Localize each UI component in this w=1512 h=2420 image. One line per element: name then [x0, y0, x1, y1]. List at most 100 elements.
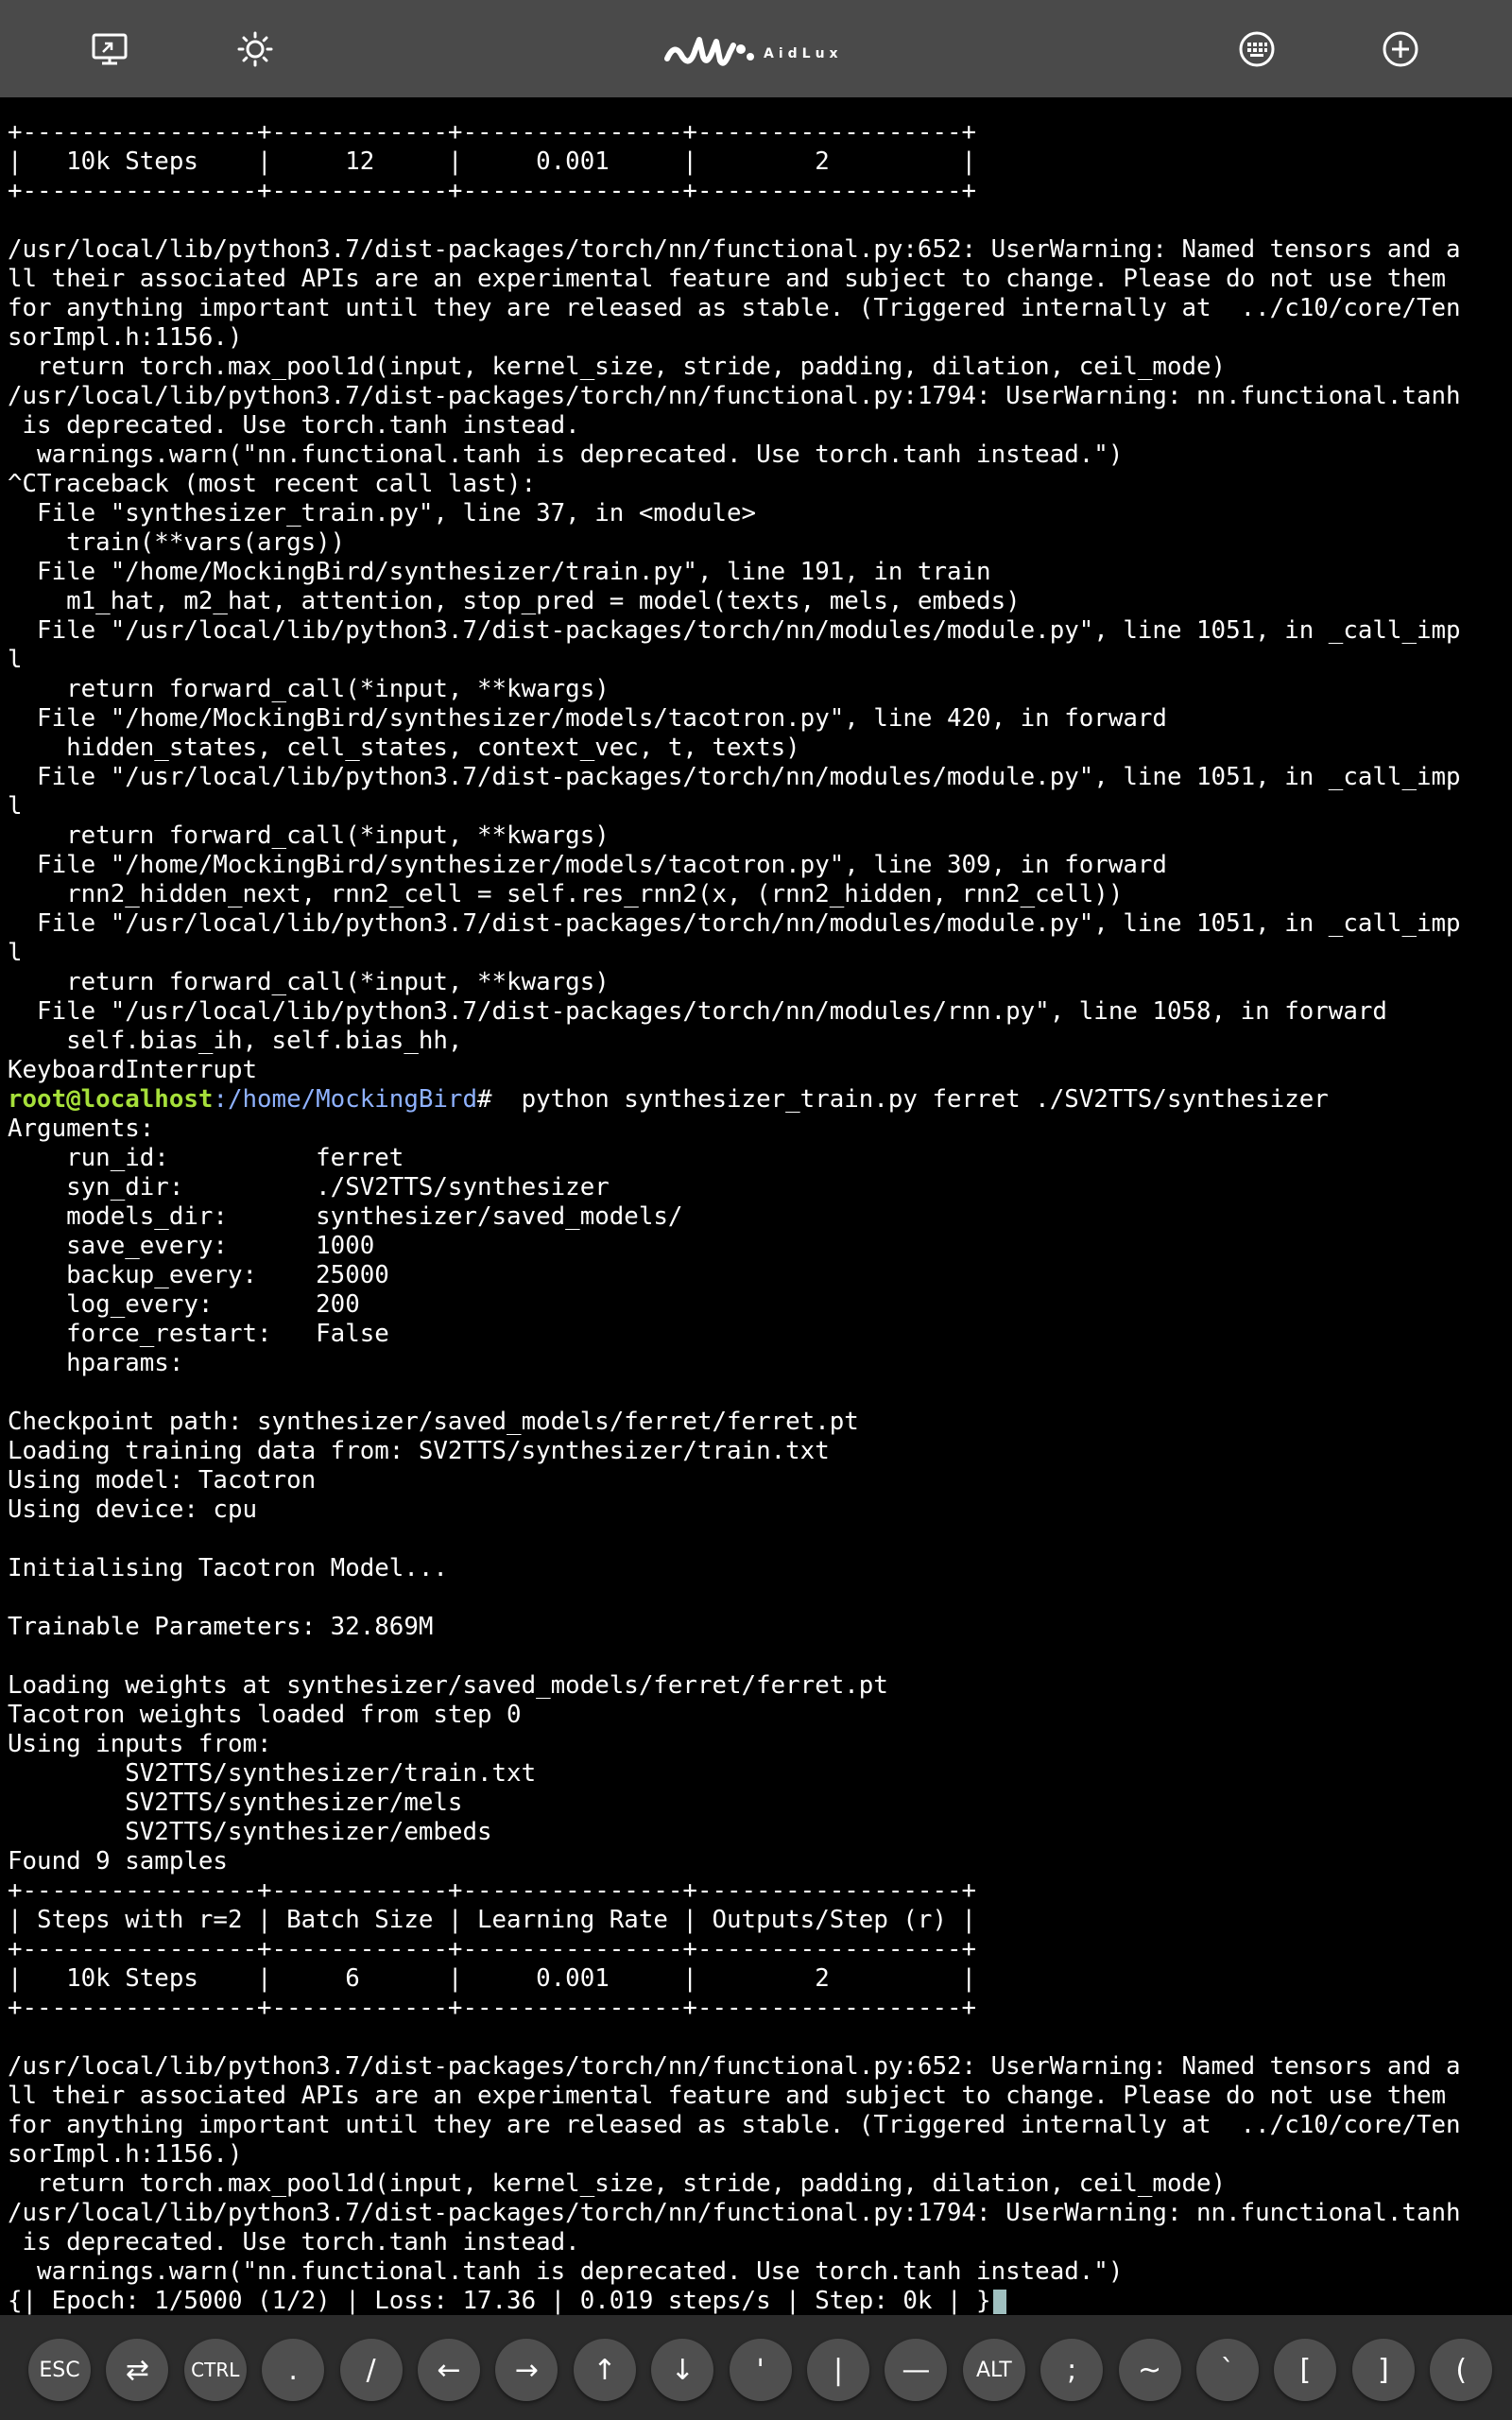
key-paren-left[interactable]: (	[1430, 2339, 1493, 2401]
key-up[interactable]: ↑	[573, 2339, 636, 2401]
key-tab[interactable]: ⇄	[106, 2339, 169, 2401]
terminal-line: return forward_call(*input, **kwargs)	[8, 968, 610, 996]
add-circle-icon[interactable]	[1372, 21, 1429, 78]
desktop-icon[interactable]	[81, 21, 138, 78]
prompt-path: :/home/MockingBird	[213, 1085, 477, 1114]
terminal-line: Using model: Tacotron	[8, 1466, 317, 1495]
terminal-line: return torch.max_pool1d(input, kernel_si…	[8, 353, 1227, 381]
terminal-line: rnn2_hidden_next, rnn2_cell = self.res_r…	[8, 880, 1124, 908]
terminal-line: sorImpl.h:1156.)	[8, 323, 243, 352]
terminal-line: Using inputs from:	[8, 1730, 272, 1758]
terminal-line: ll their associated APIs are an experime…	[8, 265, 1447, 293]
terminal-line: +----------------+------------+---------…	[8, 1935, 977, 1963]
terminal-line: /usr/local/lib/python3.7/dist-packages/t…	[8, 235, 1461, 264]
terminal-line: | 10k Steps | 12 | 0.001 | 2 |	[8, 147, 977, 176]
prompt-symbol: #	[477, 1085, 507, 1114]
terminal-line: l	[8, 792, 23, 821]
terminal-line: self.bias_ih, self.bias_hh,	[8, 1027, 463, 1055]
extra-keys-bar: ESC ⇄ CTRL. / ← → ↑ ↓ ' | — ALT; ~ `[](	[0, 2315, 1512, 2420]
terminal-line: File "/usr/local/lib/python3.7/dist-pack…	[8, 616, 1461, 645]
key-bracket-right[interactable]: ]	[1351, 2339, 1415, 2401]
terminal-line: File "/home/MockingBird/synthesizer/trai…	[8, 558, 991, 586]
terminal-line: Initialising Tacotron Model...	[8, 1554, 448, 1582]
key-quote[interactable]: '	[729, 2339, 792, 2401]
terminal-line: save_every: 1000	[8, 1232, 375, 1260]
terminal-line: | Steps with r=2 | Batch Size | Learning…	[8, 1906, 977, 1934]
terminal-line: ^CTraceback (most recent call last):	[8, 470, 537, 498]
key-semicolon[interactable]: ;	[1040, 2339, 1104, 2401]
terminal-line: return forward_call(*input, **kwargs)	[8, 675, 610, 703]
keyboard-icon[interactable]	[1228, 21, 1285, 78]
shell-prompt-line: root@localhost:/home/MockingBird# python…	[8, 1085, 1461, 1115]
terminal-line: +----------------+------------+---------…	[8, 177, 977, 205]
key-ctrl[interactable]: CTRL	[183, 2339, 247, 2401]
terminal-output[interactable]: +----------------+------------+---------…	[0, 97, 1512, 2315]
key-pipe[interactable]: |	[807, 2339, 869, 2401]
terminal-line: File "/usr/local/lib/python3.7/dist-pack…	[8, 909, 1461, 938]
terminal-line: /usr/local/lib/python3.7/dist-packages/t…	[8, 2199, 1461, 2227]
key-slash[interactable]: /	[339, 2339, 403, 2401]
terminal-cursor	[992, 2289, 1006, 2314]
terminal-line: Arguments:	[8, 1115, 155, 1143]
terminal-line: return forward_call(*input, **kwargs)	[8, 821, 610, 850]
key-bracket-left[interactable]: [	[1274, 2339, 1337, 2401]
terminal-line: for anything important until they are re…	[8, 294, 1461, 322]
terminal-line: log_every: 200	[8, 1290, 360, 1319]
terminal-line: ll their associated APIs are an experime…	[8, 2082, 1447, 2110]
terminal-line: sorImpl.h:1156.)	[8, 2140, 243, 2169]
terminal-line: SV2TTS/synthesizer/train.txt	[8, 1759, 537, 1788]
terminal-line: m1_hat, m2_hat, attention, stop_pred = m…	[8, 587, 1021, 615]
terminal-line: is deprecated. Use torch.tanh instead.	[8, 411, 580, 440]
aidlux-logo-icon	[664, 37, 754, 66]
brand-logo: AidLux	[662, 23, 843, 76]
terminal-line: hparams:	[8, 1349, 184, 1377]
terminal-line: train(**vars(args))	[8, 528, 346, 557]
terminal-line: | 10k Steps | 6 | 0.001 | 2 |	[8, 1964, 977, 1993]
terminal-line: Found 9 samples	[8, 1847, 228, 1876]
terminal-lines: +----------------+------------+---------…	[8, 118, 1461, 2315]
brightness-icon[interactable]	[227, 21, 284, 78]
terminal-line: File "synthesizer_train.py", line 37, in…	[8, 499, 757, 527]
terminal-line: models_dir: synthesizer/saved_models/	[8, 1202, 683, 1231]
terminal-line: hidden_states, cell_states, context_vec,…	[8, 734, 800, 762]
terminal-line: Loading weights at synthesizer/saved_mod…	[8, 1671, 888, 1700]
terminal-line: return torch.max_pool1d(input, kernel_si…	[8, 2169, 1227, 2198]
terminal-line: Checkpoint path: synthesizer/saved_model…	[8, 1408, 859, 1436]
key-backtick[interactable]: `	[1196, 2339, 1259, 2401]
terminal-line: SV2TTS/synthesizer/embeds	[8, 1818, 492, 1846]
training-progress-text: {| Epoch: 1/5000 (1/2) | Loss: 17.36 | 0…	[8, 2287, 991, 2315]
terminal-line: Trainable Parameters: 32.869M	[8, 1613, 434, 1641]
terminal-line: Loading training data from: SV2TTS/synth…	[8, 1437, 830, 1465]
key-right[interactable]: →	[495, 2339, 558, 2401]
key-esc[interactable]: ESC	[28, 2339, 91, 2401]
key-down[interactable]: ↓	[651, 2339, 714, 2401]
terminal-line: l	[8, 939, 23, 967]
terminal-line: +----------------+------------+---------…	[8, 1994, 977, 2022]
terminal-line: +----------------+------------+---------…	[8, 1876, 977, 1905]
brand-text: AidLux	[764, 46, 843, 61]
terminal-line: SV2TTS/synthesizer/mels	[8, 1789, 463, 1817]
terminal-line: /usr/local/lib/python3.7/dist-packages/t…	[8, 2052, 1461, 2081]
key-tilde[interactable]: ~	[1118, 2339, 1181, 2401]
prompt-user-host: root@localhost	[8, 1085, 214, 1114]
terminal-line: force_restart: False	[8, 1320, 389, 1348]
terminal-line: warnings.warn("nn.functional.tanh is dep…	[8, 441, 1124, 469]
key-alt[interactable]: ALT	[962, 2339, 1025, 2401]
terminal-line: File "/usr/local/lib/python3.7/dist-pack…	[8, 763, 1461, 791]
terminal-line: backup_every: 25000	[8, 1261, 389, 1289]
terminal-line: syn_dir: ./SV2TTS/synthesizer	[8, 1173, 610, 1201]
key-left[interactable]: ←	[418, 2339, 480, 2401]
key-period[interactable]: .	[262, 2339, 325, 2401]
terminal-current-line[interactable]: {| Epoch: 1/5000 (1/2) | Loss: 17.36 | 0…	[8, 2287, 1461, 2315]
aidlux-terminal-app: AidLux +----------------+------------+--…	[0, 0, 1512, 2420]
terminal-line: Using device: cpu	[8, 1495, 258, 1524]
top-toolbar: AidLux	[0, 0, 1512, 97]
key-dash[interactable]: —	[885, 2339, 948, 2401]
terminal-line: is deprecated. Use torch.tanh instead.	[8, 2228, 580, 2256]
